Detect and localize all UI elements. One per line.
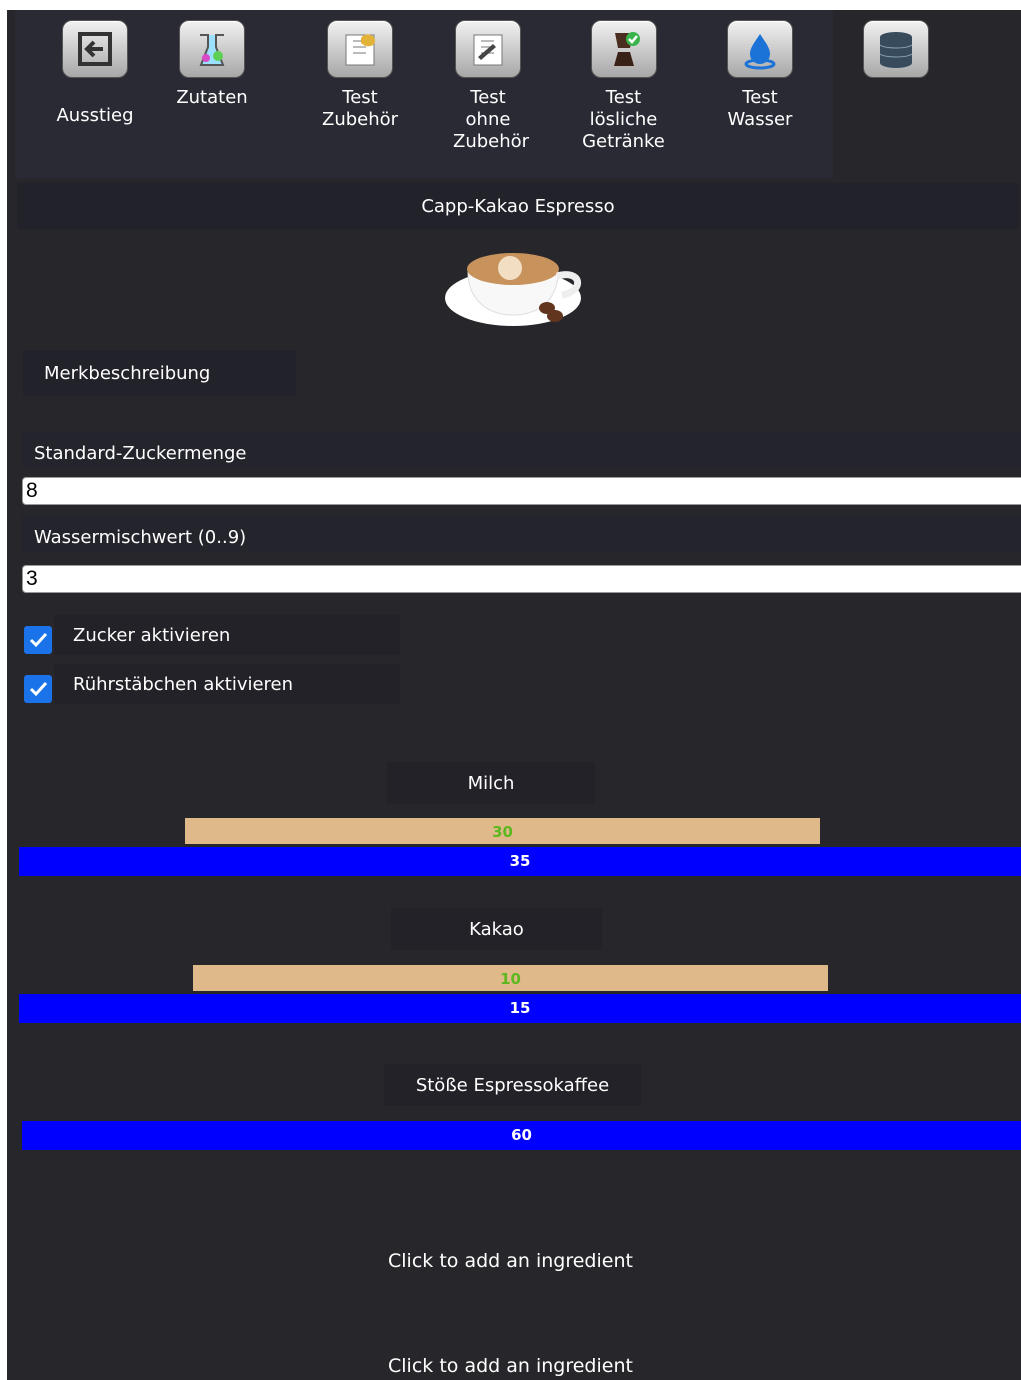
add-ingredient-link[interactable]: Click to add an ingredient [0, 1355, 1021, 1377]
test-water-label: Test Wasser [727, 87, 793, 130]
ingredients-button[interactable]: Zutaten [157, 20, 267, 109]
description-label: Merkbeschreibung [44, 363, 211, 384]
ingredient-title-kakao[interactable]: Kakao [391, 908, 602, 950]
description-label-box[interactable]: Merkbeschreibung [23, 350, 296, 396]
stir-checkbox[interactable] [24, 675, 52, 703]
test-water-button[interactable]: Test Wasser [705, 20, 815, 131]
ingredient-name-milch: Milch [467, 773, 515, 794]
database-button[interactable] [841, 20, 951, 78]
test-without-accessories-label: Test ohne Zubehör [453, 87, 530, 152]
water-mix-label-bar: Wassermischwert (0..9) [22, 515, 1021, 552]
test-without-accessories-button[interactable]: Test ohne Zubehör [433, 20, 543, 153]
flasks-icon [179, 20, 245, 78]
ingredient-espresso-blue-bar[interactable]: 60 [22, 1121, 1021, 1150]
ingredient-title-espresso[interactable]: Stöße Espressokaffee [384, 1064, 641, 1106]
ingredient-kakao-blue-bar[interactable]: 15 [19, 994, 1021, 1023]
sugar-amount-label-bar: Standard-Zuckermenge [22, 431, 1021, 468]
database-icon [863, 20, 929, 78]
sugar-amount-label: Standard-Zuckermenge [34, 443, 247, 464]
exit-label: Ausstieg [56, 105, 134, 126]
ingredient-title-milch[interactable]: Milch [387, 762, 595, 804]
ingredient-kakao-tan-bar[interactable]: 10 [193, 965, 828, 991]
sugar-amount-input[interactable] [22, 477, 1021, 505]
test-accessories-label: Test Zubehör [322, 87, 399, 130]
ingredient-name-kakao: Kakao [469, 919, 524, 940]
sugar-checkbox-label: Zucker aktivieren [73, 625, 231, 646]
ingredient-milch-blue-bar[interactable]: 35 [19, 847, 1021, 876]
product-title: Capp-Kakao Espresso [421, 196, 615, 217]
ingredient-name-espresso: Stöße Espressokaffee [415, 1075, 610, 1096]
ingredients-label: Zutaten [176, 87, 248, 108]
soluble-drinks-icon [591, 20, 657, 78]
cappuccino-image [445, 253, 582, 326]
test-accessories-button[interactable]: Test Zubehör [305, 20, 415, 131]
water-mix-input[interactable] [22, 565, 1021, 593]
water-mix-label: Wassermischwert (0..9) [34, 527, 247, 548]
exit-button[interactable]: Ausstieg [40, 20, 150, 127]
toolbar: Ausstieg Zutaten Test Zubehör Test ohne … [15, 10, 929, 178]
product-title-bar: Capp-Kakao Espresso [17, 183, 1019, 229]
add-ingredient-link[interactable]: Click to add an ingredient [0, 1250, 1021, 1272]
test-without-accessories-icon [455, 20, 521, 78]
soluble-drinks-button[interactable]: Test lösliche Getränke [569, 20, 679, 153]
exit-icon [62, 20, 128, 78]
soluble-drinks-label: Test lösliche Getränke [582, 87, 665, 152]
water-drop-icon [727, 20, 793, 78]
stir-checkbox-label: Rührstäbchen aktivieren [73, 674, 294, 695]
app-root: Ausstieg Zutaten Test Zubehör Test ohne … [7, 10, 1021, 1380]
ingredient-milch-tan-bar[interactable]: 30 [185, 818, 820, 844]
test-accessories-icon [327, 20, 393, 78]
sugar-checkbox[interactable] [24, 626, 52, 654]
